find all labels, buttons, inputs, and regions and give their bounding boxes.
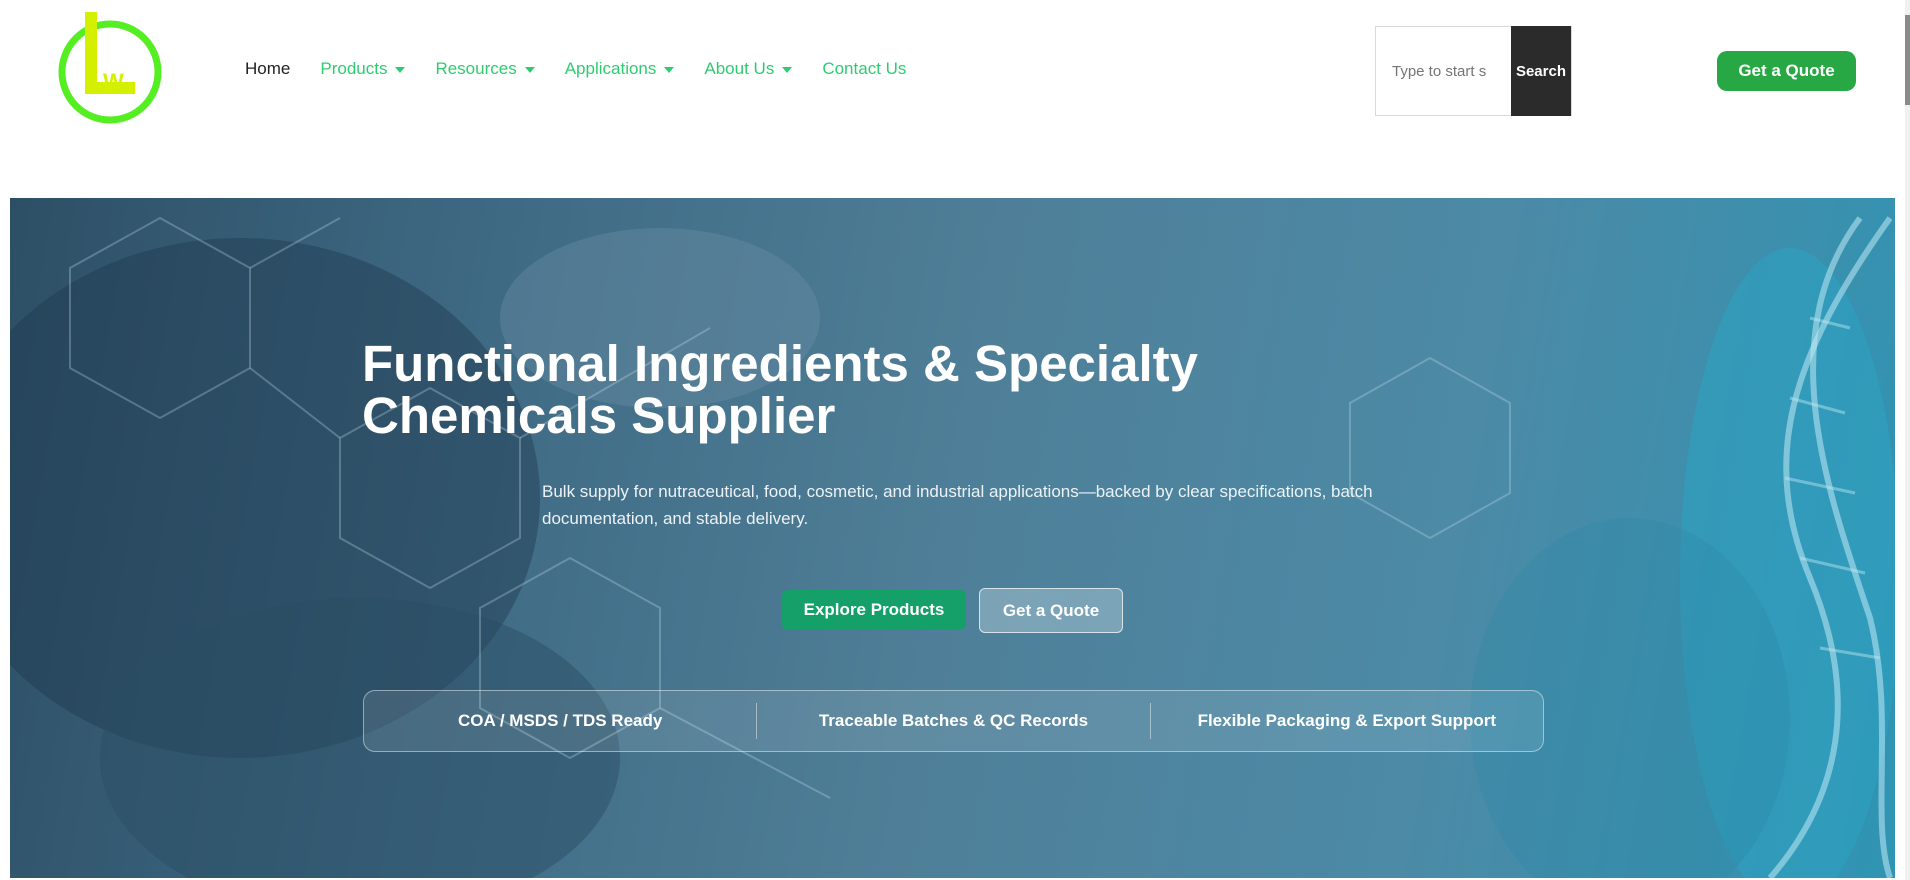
main-nav: Home Products Resources Applications Abo…	[245, 59, 936, 79]
scrollbar-track[interactable]	[1905, 0, 1910, 880]
hero-section: Functional Ingredients & Specialty Chemi…	[10, 198, 1895, 878]
scrollbar-thumb[interactable]	[1905, 15, 1910, 105]
search-input[interactable]	[1376, 27, 1511, 115]
search-button[interactable]: Search	[1511, 26, 1571, 116]
nav-home[interactable]: Home	[245, 59, 290, 79]
hero-get-quote-button[interactable]: Get a Quote	[979, 588, 1123, 633]
logo-letters: W	[103, 69, 124, 94]
explore-products-button[interactable]: Explore Products	[782, 590, 966, 630]
nav-applications-label[interactable]: Applications	[565, 59, 657, 79]
chevron-down-icon[interactable]	[395, 67, 406, 73]
feature-traceable-batches: Traceable Batches & QC Records	[818, 711, 1089, 730]
nav-contact-us-label[interactable]: Contact Us	[822, 59, 906, 79]
features-bar: COA / MSDS / TDS Ready Traceable Batches…	[363, 690, 1544, 752]
molecule-background-image	[10, 216, 1895, 878]
nav-about-us-label[interactable]: About Us	[704, 59, 774, 79]
nav-resources-label[interactable]: Resources	[435, 59, 516, 79]
nav-contact-us[interactable]: Contact Us	[822, 59, 906, 79]
chevron-down-icon[interactable]	[524, 67, 535, 73]
hero-title: Functional Ingredients & Specialty Chemi…	[362, 335, 1198, 444]
nav-products-label[interactable]: Products	[320, 59, 387, 79]
nav-home-label[interactable]: Home	[245, 59, 290, 79]
site-header: W Home Products Resources Applications A…	[0, 0, 1910, 198]
nav-applications[interactable]: Applications	[565, 59, 675, 79]
hero-subtitle: Bulk supply for nutraceutical, food, cos…	[542, 482, 1373, 528]
search-form: Search	[1375, 26, 1572, 116]
chevron-down-icon[interactable]	[664, 67, 675, 73]
get-quote-button[interactable]: Get a Quote	[1717, 51, 1856, 91]
feature-packaging-export: Flexible Packaging & Export Support	[1197, 711, 1497, 730]
nav-products[interactable]: Products	[320, 59, 406, 79]
nav-resources[interactable]: Resources	[435, 59, 535, 79]
nav-about-us[interactable]: About Us	[704, 59, 793, 79]
lw-logo-icon[interactable]: W	[55, 12, 165, 127]
feature-coa-msds-tds: COA / MSDS / TDS Ready	[457, 711, 663, 730]
chevron-down-icon[interactable]	[782, 67, 793, 73]
